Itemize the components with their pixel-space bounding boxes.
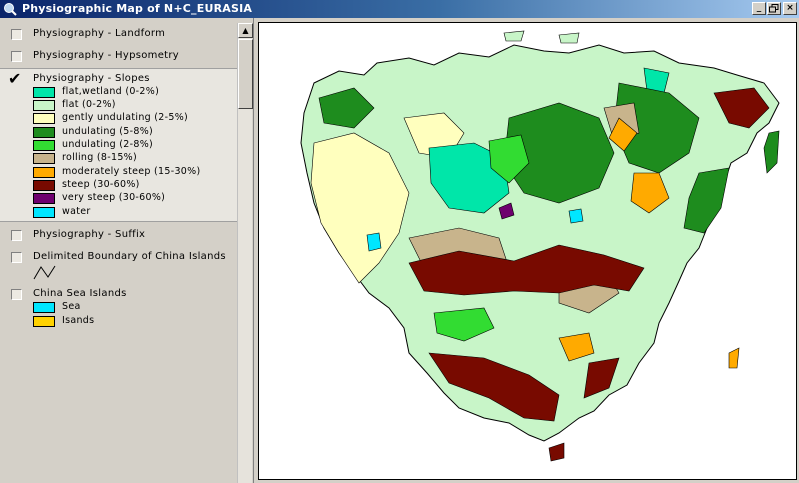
minimize-icon: _	[756, 3, 762, 13]
eurasia-slopes-map[interactable]	[259, 23, 796, 479]
island	[558, 32, 580, 44]
legend-swatch	[33, 302, 55, 313]
island	[728, 347, 740, 369]
legend-label: Sea	[62, 301, 81, 312]
layer-china-boundary[interactable]: Delimited Boundary of China Islands	[0, 246, 237, 284]
legend-swatch	[33, 180, 55, 191]
legend-swatch	[33, 316, 55, 327]
minimize-button[interactable]: _	[752, 2, 766, 15]
legend-label: water	[62, 206, 91, 217]
legend-label: steep (30-60%)	[62, 179, 140, 190]
scroll-thumb[interactable]	[238, 39, 253, 109]
legend-swatch	[33, 153, 55, 164]
legend-label: undulating (2-8%)	[62, 139, 154, 150]
arcview-globe-icon	[4, 3, 17, 16]
island	[548, 442, 565, 462]
map-view[interactable]	[258, 22, 797, 480]
layer-china-sea-islands[interactable]: China Sea Islands Sea Isands	[0, 284, 237, 332]
layer-china-boundary-name: Delimited Boundary of China Islands	[33, 251, 226, 262]
toc-scrollbar[interactable]: ▲	[237, 23, 253, 483]
legend-label: Isands	[62, 315, 95, 326]
layer-china-sea-islands-checkbox[interactable]	[11, 289, 22, 300]
layer-hypsometry[interactable]: Physiography - Hypsometry	[0, 46, 237, 66]
legend-label: flat,wetland (0-2%)	[62, 86, 160, 97]
legend-swatch	[33, 100, 55, 111]
legend-label: moderately steep (15-30%)	[62, 166, 201, 177]
close-icon: ×	[786, 3, 794, 13]
legend-label: gently undulating (2-5%)	[62, 112, 189, 123]
layer-china-boundary-checkbox[interactable]	[11, 252, 22, 263]
legend-swatch	[33, 167, 55, 178]
restore-button[interactable]	[767, 2, 781, 15]
legend-swatch	[33, 127, 55, 138]
legend-swatch	[33, 87, 55, 98]
water-body	[366, 232, 382, 252]
layer-china-sea-islands-name: China Sea Islands	[33, 288, 127, 299]
legend-swatch	[33, 140, 55, 151]
arrow-up-icon: ▲	[242, 26, 249, 35]
legend-swatch	[33, 207, 55, 218]
layer-suffix[interactable]: Physiography - Suffix	[0, 224, 237, 244]
layer-slopes-name: Physiography - Slopes	[33, 73, 150, 84]
water-body	[568, 208, 584, 224]
island	[503, 30, 525, 42]
layer-slopes[interactable]: ✔ Physiography - Slopes flat,wetland (0-…	[0, 68, 237, 222]
legend-label: flat (0-2%)	[62, 99, 116, 110]
legend-label: rolling (8-15%)	[62, 152, 137, 163]
close-button[interactable]: ×	[783, 2, 797, 15]
legend-label: undulating (5-8%)	[62, 126, 154, 137]
layer-landform[interactable]: Physiography - Landform	[0, 24, 237, 44]
layer-suffix-name: Physiography - Suffix	[33, 229, 146, 240]
layer-landform-name: Physiography - Landform	[33, 28, 166, 39]
window-title-bar[interactable]: Physiographic Map of N+C_EURASIA _ ×	[0, 0, 799, 18]
legend-swatch	[33, 113, 55, 124]
restore-icon	[769, 4, 779, 13]
legend-swatch	[33, 193, 55, 204]
line-symbol-icon	[33, 265, 56, 280]
table-of-contents: Physiography - Landform Physiography - H…	[0, 18, 254, 483]
layer-suffix-checkbox[interactable]	[11, 230, 22, 241]
layer-list: Physiography - Landform Physiography - H…	[0, 18, 237, 483]
checkmark-icon[interactable]: ✔	[8, 71, 21, 87]
scroll-up-button[interactable]: ▲	[238, 23, 253, 38]
legend-label: very steep (30-60%)	[62, 192, 166, 203]
island	[763, 130, 780, 174]
window-title: Physiographic Map of N+C_EURASIA	[22, 2, 253, 15]
layer-landform-checkbox[interactable]	[11, 29, 22, 40]
layer-hypsometry-name: Physiography - Hypsometry	[33, 50, 180, 61]
layer-hypsometry-checkbox[interactable]	[11, 51, 22, 62]
